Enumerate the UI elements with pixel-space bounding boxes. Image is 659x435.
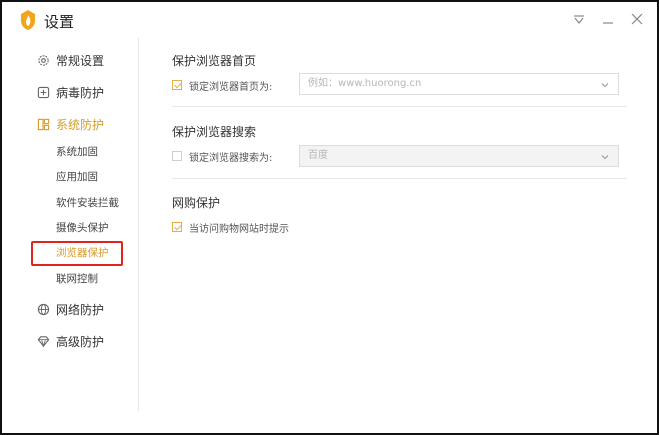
- settings-window: 设置 常规设置 病毒防护 系统防护 系统加固 应用加固 软件安装拦截 摄像头保护…: [0, 0, 659, 435]
- menu-dropdown-button[interactable]: [570, 10, 588, 28]
- sidebar-subitem-network-control[interactable]: 联网控制: [56, 269, 98, 289]
- sidebar: 常规设置 病毒防护 系统防护 系统加固 应用加固 软件安装拦截 摄像头保护 浏览…: [2, 38, 139, 411]
- sidebar-item-network[interactable]: 网络防护: [2, 294, 138, 324]
- homepage-lock-label: 锁定浏览器首页为:: [189, 82, 273, 93]
- sidebar-subitem-install-block[interactable]: 软件安装拦截: [56, 193, 119, 213]
- sidebar-item-label: 常规设置: [56, 53, 105, 68]
- minimize-button[interactable]: [599, 10, 617, 28]
- shopping-section-title: 网购保护: [172, 196, 221, 210]
- window-title: 设置: [44, 13, 75, 31]
- search-engine-value: 百度: [308, 150, 328, 161]
- globe-icon: [36, 302, 50, 316]
- shopping-alert-checkbox[interactable]: [172, 222, 182, 232]
- menu-dropdown-icon: [573, 10, 585, 29]
- sidebar-item-label: 高级防护: [56, 334, 105, 349]
- search-engine-dropdown[interactable]: 百度: [299, 145, 619, 167]
- homepage-url-placeholder: 例如：www.huorong.cn: [308, 78, 422, 89]
- sidebar-subitem-app-hardening[interactable]: 应用加固: [56, 167, 98, 187]
- sidebar-item-advanced[interactable]: 高级防护: [2, 326, 138, 356]
- title-bar: 设置: [2, 2, 657, 38]
- plus-square-icon: [36, 85, 50, 99]
- sidebar-item-virus[interactable]: 病毒防护: [2, 77, 138, 107]
- sidebar-item-system[interactable]: 系统防护: [2, 109, 138, 139]
- shopping-alert-label: 当访问购物网站时提示: [189, 224, 289, 235]
- minimize-icon: [602, 10, 614, 29]
- chevron-down-icon: [600, 78, 610, 88]
- sidebar-item-general[interactable]: 常规设置: [2, 45, 138, 75]
- close-icon: [631, 10, 643, 29]
- gear-icon: [36, 53, 50, 67]
- search-lock-checkbox[interactable]: [172, 151, 182, 161]
- homepage-lock-checkbox[interactable]: [172, 80, 182, 90]
- main-panel: 保护浏览器首页 锁定浏览器首页为: 例如：www.huorong.cn 保护浏览…: [139, 38, 657, 433]
- section-divider: [172, 106, 627, 107]
- sidebar-subitem-camera[interactable]: 摄像头保护: [56, 218, 109, 238]
- system-grid-icon: [36, 117, 50, 131]
- sidebar-item-label: 病毒防护: [56, 85, 105, 100]
- chevron-down-icon: [600, 150, 610, 160]
- search-section-title: 保护浏览器搜索: [172, 125, 257, 139]
- homepage-section-title: 保护浏览器首页: [172, 54, 257, 68]
- section-divider: [172, 178, 627, 179]
- huorong-logo-icon: [20, 10, 36, 30]
- sidebar-item-label: 网络防护: [56, 302, 105, 317]
- close-button[interactable]: [628, 10, 646, 28]
- selection-highlight-box: [31, 241, 123, 266]
- diamond-icon: [36, 334, 50, 348]
- sidebar-subitem-system-hardening[interactable]: 系统加固: [56, 142, 98, 162]
- sidebar-item-label: 系统防护: [56, 117, 105, 132]
- homepage-url-dropdown[interactable]: 例如：www.huorong.cn: [299, 73, 619, 95]
- search-lock-label: 锁定浏览器搜索为:: [189, 153, 273, 164]
